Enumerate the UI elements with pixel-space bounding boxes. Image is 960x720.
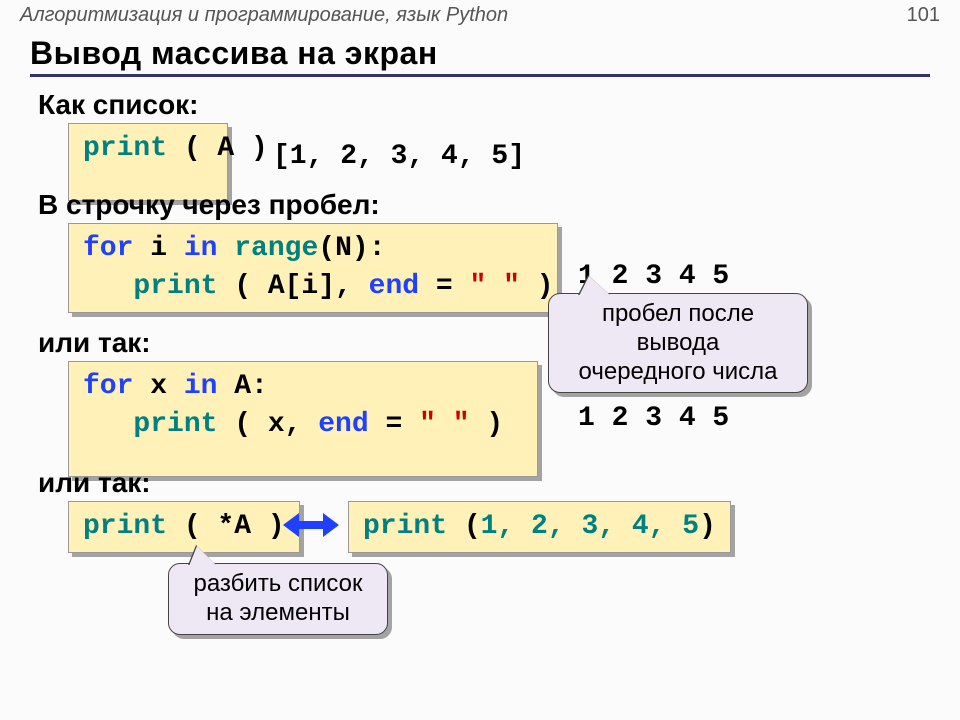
code-text: x [133, 371, 183, 402]
callout-text: разбить список на элементы [181, 570, 375, 628]
code-text: ( A[i], [217, 271, 368, 302]
callout-text: пробел после вывода очередного числа [561, 300, 795, 386]
output-list: [1, 2, 3, 4, 5] [273, 141, 525, 172]
code-text: ) [520, 271, 554, 302]
kw-print: print [363, 511, 447, 542]
output-line-2: 1 2 3 4 5 [578, 403, 729, 434]
kw-in: in [184, 233, 218, 264]
codebox-for-x: for x in A: print ( x, end = " " ) [68, 361, 538, 477]
codebox-print-star: print ( *A ) [68, 501, 300, 553]
codebox-for-range: for i in range(N): print ( A[i], end = "… [68, 223, 558, 313]
code-text: ( A ) [167, 133, 268, 164]
kw-print: print [83, 511, 167, 542]
kw-end: end [318, 409, 368, 440]
code-text: = [369, 409, 419, 440]
code-text: ) [699, 511, 716, 542]
code-text: A: [217, 371, 267, 402]
code-text: ( *A ) [167, 511, 285, 542]
header-bar: Алгоритмизация и программирование, язык … [0, 0, 960, 29]
code-text: ( [447, 511, 481, 542]
kw-in: in [184, 371, 218, 402]
kw-end: end [369, 271, 419, 302]
str-space: " " [470, 271, 520, 302]
kw-print: print [83, 133, 167, 164]
slide-title: Вывод массива на экран [30, 35, 930, 77]
codebox-print-expanded: print (1, 2, 3, 4, 5) [348, 501, 731, 553]
callout-split-list: разбить список на элементы [168, 563, 388, 635]
callout-space-after: пробел после вывода очередного числа [548, 293, 808, 393]
label-as-list: Как список: [38, 89, 199, 121]
code-text: ) [470, 409, 504, 440]
label-or-1: или так: [38, 327, 151, 359]
code-text: = [419, 271, 469, 302]
code-text: ( x, [217, 409, 318, 440]
code-nums: 1, 2, 3, 4, 5 [481, 511, 699, 542]
double-arrow-icon [283, 513, 339, 537]
str-space: " " [419, 409, 469, 440]
label-as-line: В строчку через пробел: [38, 189, 380, 221]
kw-print: print [83, 409, 217, 440]
kw-print: print [83, 271, 217, 302]
kw-range: range [217, 233, 318, 264]
label-or-2: или так: [38, 467, 151, 499]
code-text: i [133, 233, 183, 264]
course-name: Алгоритмизация и программирование, язык … [20, 4, 508, 27]
kw-for: for [83, 233, 133, 264]
page-number: 101 [907, 4, 940, 27]
code-text: (N): [318, 233, 385, 264]
kw-for: for [83, 371, 133, 402]
